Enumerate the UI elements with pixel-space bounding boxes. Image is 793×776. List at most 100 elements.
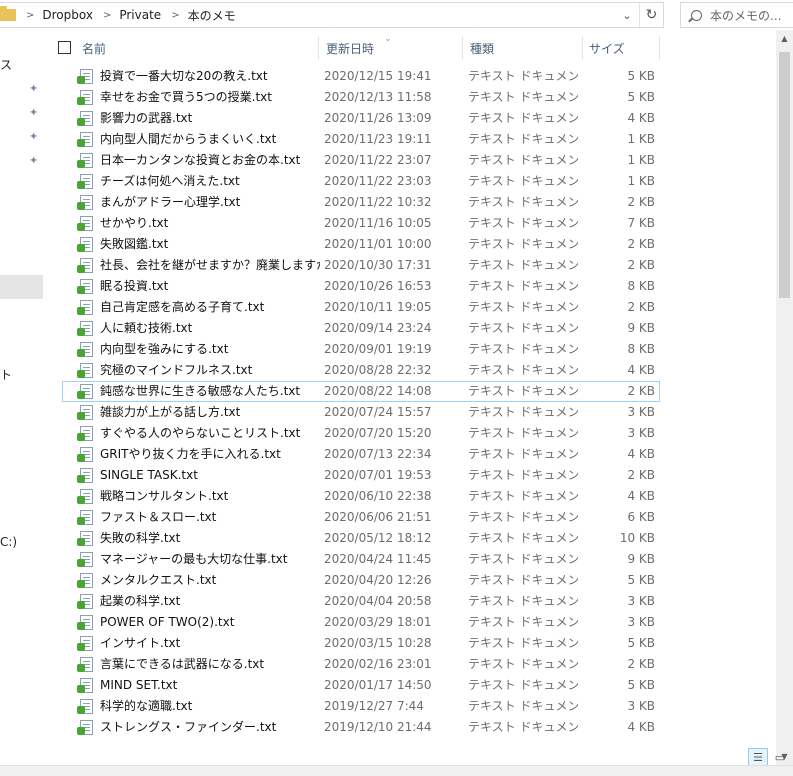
file-row[interactable]: 科学的な適職.txt 2019/12/27 7:44 テキスト ドキュメント 3 KB [62,696,660,717]
file-size: 2 KB [627,657,655,671]
file-row[interactable]: 鈍感な世界に生きる敏感な人たち.txt 2020/08/22 14:08 テキスト … [62,381,660,402]
file-row[interactable]: MIND SET.txt 2020/01/17 14:50 テキスト ドキュメント 5… [62,675,660,696]
file-row[interactable]: 言葉にできるは武器になる.txt 2020/02/16 23:01 テキスト ドキュ… [62,654,660,675]
file-type: テキスト ドキュメント [468,552,578,566]
file-row[interactable]: まんがアドラー心理学.txt 2020/11/22 10:32 テキスト ドキュメン… [62,192,660,213]
column-divider[interactable] [582,36,583,60]
text-file-icon [77,300,93,315]
address-bar[interactable]: > Dropbox > Private > 本のメモ ⌄ ↻ [0,2,664,28]
file-name: 雑談力が上がる話し方.txt [100,405,241,419]
file-row[interactable]: SINGLE TASK.txt 2020/07/01 19:53 テキスト ドキュメ… [62,465,660,486]
column-header-type[interactable]: 種類 [470,36,570,60]
large-icons-view-icon[interactable]: ▭ [770,748,790,766]
file-size: 5 KB [627,678,655,692]
file-name: SINGLE TASK.txt [100,468,198,482]
file-row[interactable]: 雑談力が上がる話し方.txt 2020/07/24 15:57 テキスト ドキュメン… [62,402,660,423]
file-row[interactable]: 戦略コンサルタント.txt 2020/06/10 22:38 テキスト ドキュメント… [62,486,660,507]
file-row[interactable]: 内向型を強みにする.txt 2020/09/01 19:19 テキスト ドキュメント… [62,339,660,360]
pin-icon[interactable]: ✦ [29,82,39,95]
file-size: 5 KB [627,573,655,587]
file-type: テキスト ドキュメント [468,342,578,356]
text-file-icon [77,699,93,714]
file-row[interactable]: 幸せをお金で買う5つの授業.txt 2020/12/13 11:58 テキスト ドキ… [62,87,660,108]
file-type: テキスト ドキュメント [468,447,578,461]
file-name: チーズは何処へ消えた.txt [100,174,240,188]
file-modified: 2020/08/22 14:08 [324,384,432,398]
file-type: テキスト ドキュメント [468,363,578,377]
file-row[interactable]: 内向型人間だからうまくいく.txt 2020/11/23 19:11 テキスト ドキ… [62,129,660,150]
column-divider[interactable] [318,36,319,60]
nav-item-label[interactable]: ト [0,366,12,383]
search-box[interactable]: 本のメモの... [680,2,793,28]
column-header-name[interactable]: 名前 [82,36,312,60]
text-file-icon [77,195,93,210]
file-type: テキスト ドキュメント [468,321,578,335]
file-name: すぐやる人のやらないことリスト.txt [100,426,301,440]
file-row[interactable]: 眠る投資.txt 2020/10/26 16:53 テキスト ドキュメント 8 KB [62,276,660,297]
file-row[interactable]: 起業の科学.txt 2020/04/04 20:58 テキスト ドキュメント 3 KB [62,591,660,612]
file-row[interactable]: メンタルクエスト.txt 2020/04/20 12:26 テキスト ドキュメント 5… [62,570,660,591]
chevron-right-icon[interactable]: > [103,10,111,21]
scroll-up-icon[interactable]: ▲ [776,30,793,47]
file-row[interactable]: 日本一カンタンな投資とお金の本.txt 2020/11/22 23:07 テキスト … [62,150,660,171]
file-row[interactable]: 影響力の武器.txt 2020/11/26 13:09 テキスト ドキュメント 4 K… [62,108,660,129]
file-row[interactable]: すぐやる人のやらないことリスト.txt 2020/07/20 15:20 テキスト … [62,423,660,444]
file-row[interactable]: ストレングス・ファインダー.txt 2019/12/10 21:44 テキスト ドキ… [62,717,660,738]
column-header-size[interactable]: サイズ [589,36,655,60]
file-row[interactable]: ファスト＆スロー.txt 2020/06/06 21:51 テキスト ドキュメント 6… [62,507,660,528]
pin-icon[interactable]: ✦ [29,130,39,143]
file-row[interactable]: 失敗の科学.txt 2020/05/12 18:12 テキスト ドキュメント 10 K… [62,528,660,549]
file-modified: 2020/10/30 17:31 [324,258,432,272]
file-row[interactable]: 自己肯定感を高める子育て.txt 2020/10/11 19:05 テキスト ドキュ… [62,297,660,318]
nav-item-label[interactable]: C:) [0,535,17,549]
file-type: テキスト ドキュメント [468,69,578,83]
file-row[interactable]: 失敗図鑑.txt 2020/11/01 10:00 テキスト ドキュメント 2 KB [62,234,660,255]
breadcrumb-current[interactable]: 本のメモ [188,7,236,24]
nav-item-label[interactable]: ス [0,56,12,73]
file-row[interactable]: チーズは何処へ消えた.txt 2020/11/22 23:03 テキスト ドキュメン… [62,171,660,192]
file-row[interactable]: 投資で一番大切な20の教え.txt 2020/12/15 19:41 テキスト ドキ… [62,66,660,87]
file-row[interactable]: せかやり.txt 2020/11/16 10:05 テキスト ドキュメント 7 KB [62,213,660,234]
file-name: マネージャーの最も大切な仕事.txt [100,552,288,566]
file-modified: 2020/05/12 18:12 [324,531,432,545]
file-type: テキスト ドキュメント [468,594,578,608]
file-modified: 2020/07/24 15:57 [324,405,432,419]
breadcrumb-dropbox[interactable]: Dropbox [42,8,93,22]
chevron-right-icon[interactable]: > [26,10,34,21]
pin-icon[interactable]: ✦ [29,154,39,167]
search-placeholder[interactable]: 本のメモの... [710,7,781,24]
file-name: POWER OF TWO(2).txt [100,615,235,629]
breadcrumb-private[interactable]: Private [119,8,161,22]
column-header-date[interactable]: 更新日時 [326,36,456,60]
file-row[interactable]: 人に頼む技術.txt 2020/09/14 23:24 テキスト ドキュメント 9 K… [62,318,660,339]
pin-icon[interactable]: ✦ [29,106,39,119]
file-row[interactable]: 究極のマインドフルネス.txt 2020/08/28 22:32 テキスト ドキュメ… [62,360,660,381]
vertical-scrollbar[interactable]: ▲ ▼ [776,30,793,765]
address-history-dropdown[interactable]: ⌄ [615,3,639,27]
file-size: 4 KB [627,363,655,377]
scrollbar-thumb[interactable] [779,52,790,298]
refresh-button[interactable]: ↻ [639,3,663,27]
file-row[interactable]: GRITやり抜く力を手に入れる.txt 2020/07/13 22:34 テキスト … [62,444,660,465]
file-size: 2 KB [627,195,655,209]
file-row[interactable]: 社長、会社を継がせますか？廃業しますか... 2020/10/30 17:31 テキ… [62,255,660,276]
nav-selected-item[interactable] [0,275,43,299]
select-all-checkbox[interactable] [58,41,71,54]
file-row[interactable]: POWER OF TWO(2).txt 2020/03/29 18:01 テキスト … [62,612,660,633]
file-name: インサイト.txt [100,636,181,650]
column-divider[interactable] [462,36,463,60]
details-view-icon[interactable]: ☰ [748,748,768,766]
file-size: 5 KB [627,69,655,83]
file-row[interactable]: マネージャーの最も大切な仕事.txt 2020/04/24 11:45 テキスト ド… [62,549,660,570]
text-file-icon [77,426,93,441]
file-row[interactable]: インサイト.txt 2020/03/15 10:28 テキスト ドキュメント 5 KB [62,633,660,654]
file-name: 鈍感な世界に生きる敏感な人たち.txt [100,384,301,398]
chevron-right-icon[interactable]: > [171,10,179,21]
column-divider[interactable] [659,36,660,60]
file-name: 眠る投資.txt [100,279,169,293]
file-size: 2 KB [627,237,655,251]
text-file-icon [77,216,93,231]
file-size: 4 KB [627,111,655,125]
file-type: テキスト ドキュメント [468,258,578,272]
file-name: GRITやり抜く力を手に入れる.txt [100,447,281,461]
